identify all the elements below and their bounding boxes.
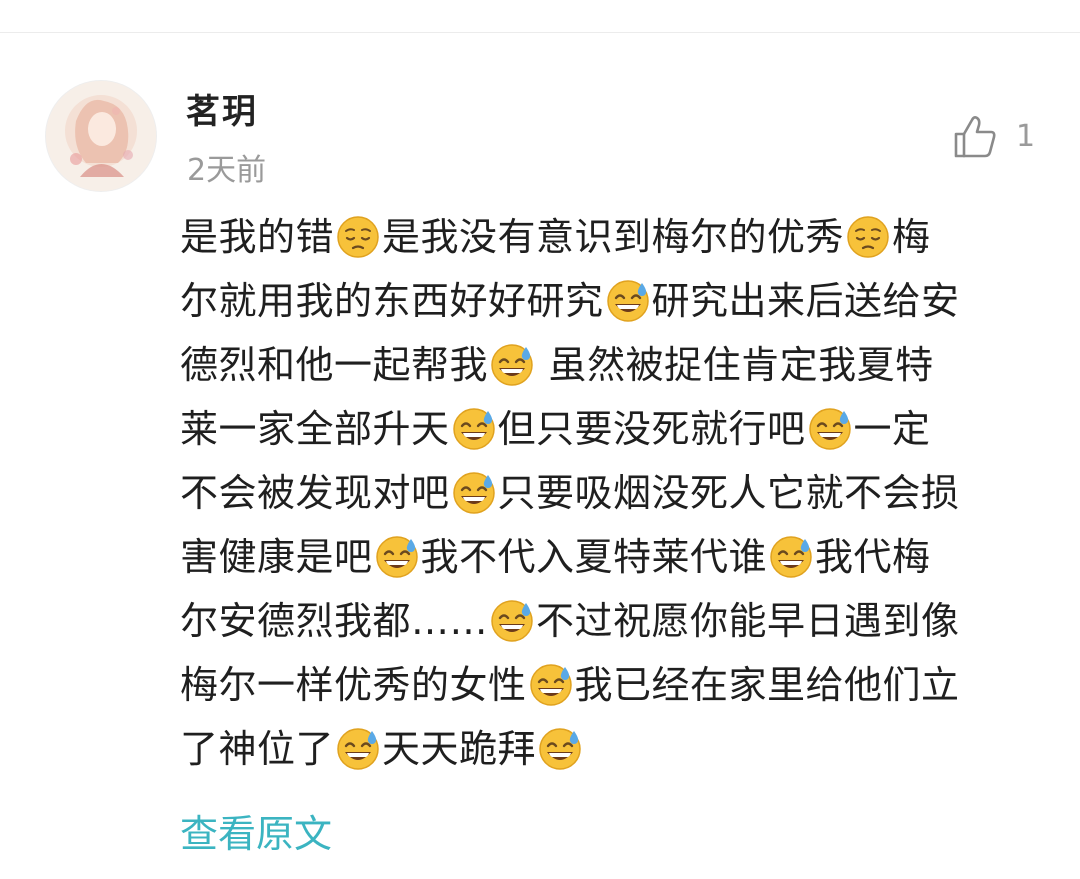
- username[interactable]: 茗玥: [186, 88, 258, 136]
- comment-line: 了神位了 天天跪拜: [180, 717, 1040, 781]
- like-count: 1: [1016, 119, 1036, 154]
- comment-text-segment: 研究出来后送给安: [651, 279, 960, 323]
- comment-text-segment: 尔安德烈我都……: [180, 599, 489, 643]
- view-original-link[interactable]: 查看原文: [180, 806, 332, 862]
- thumbs-up-icon: [954, 116, 996, 158]
- grinning-face-with-sweat-emoji-icon: [452, 472, 495, 514]
- pensive-face-emoji-icon: [337, 216, 379, 258]
- comment-line: 莱一家全部升天 但只要没死就行吧 一定: [180, 397, 1040, 461]
- comment-line: 尔安德烈我都…… 不过祝愿你能早日遇到像: [180, 589, 1040, 653]
- comment-text-segment: 虽然被捉住肯定我夏特: [536, 343, 934, 387]
- comment-text: 是我的错 是我没有意识到梅尔的优秀 梅尔就用我的东西好好研究 研究出来后送给安 …: [180, 205, 1040, 781]
- top-divider: [0, 32, 1080, 33]
- comment-line: 德烈和他一起帮我 虽然被捉住肯定我夏特: [180, 333, 1040, 397]
- avatar[interactable]: [46, 81, 156, 191]
- grinning-face-with-sweat-emoji-icon: [491, 600, 533, 642]
- like-button[interactable]: 1: [952, 112, 1035, 162]
- avatar-illustration-icon: [46, 81, 156, 191]
- grinning-face-with-sweat-emoji-icon: [375, 536, 418, 578]
- grinning-face-with-sweat-emoji-icon: [529, 664, 572, 706]
- timestamp: 2天前: [187, 153, 267, 188]
- comment-text-segment: 我不代入夏特莱代谁: [420, 535, 768, 579]
- comment-text-segment: 尔就用我的东西好好研究: [180, 279, 604, 323]
- comment-text-segment: 害健康是吧: [180, 535, 373, 579]
- comment-text-segment: 梅: [892, 215, 931, 259]
- grinning-face-with-sweat-emoji-icon: [337, 728, 379, 770]
- comment-text-segment: 了神位了: [180, 727, 335, 771]
- pensive-face-emoji-icon: [847, 216, 889, 258]
- comment-text-segment: 莱一家全部升天: [180, 407, 450, 451]
- comment-line: 梅尔一样优秀的女性 我已经在家里给他们立: [180, 653, 1040, 717]
- comment-text-segment: 是我的错: [180, 215, 335, 259]
- comment-text-segment: 是我没有意识到梅尔的优秀: [382, 215, 845, 259]
- comment-text-segment: 一定: [853, 407, 931, 451]
- comment-line: 害健康是吧 我不代入夏特莱代谁 我代梅: [180, 525, 1040, 589]
- comment-text-segment: 我代梅: [815, 535, 931, 579]
- grinning-face-with-sweat-emoji-icon: [808, 408, 851, 450]
- comment-text-segment: 只要吸烟没死人它就不会损: [497, 471, 960, 515]
- comment-line: 尔就用我的东西好好研究 研究出来后送给安: [180, 269, 1040, 333]
- comment-line: 不会被发现对吧 只要吸烟没死人它就不会损: [180, 461, 1040, 525]
- comment-text-segment: 梅尔一样优秀的女性: [180, 663, 527, 707]
- grinning-face-with-sweat-emoji-icon: [539, 728, 581, 770]
- comment-text-segment: 我已经在家里给他们立: [574, 663, 960, 707]
- comment-text-segment: 不过祝愿你能早日遇到像: [536, 599, 960, 643]
- grinning-face-with-sweat-emoji-icon: [606, 280, 649, 322]
- comment-text-segment: 不会被发现对吧: [180, 471, 450, 515]
- grinning-face-with-sweat-emoji-icon: [452, 408, 495, 450]
- grinning-face-with-sweat-emoji-icon: [770, 536, 812, 578]
- grinning-face-with-sweat-emoji-icon: [491, 344, 533, 386]
- comment-text-segment: 但只要没死就行吧: [497, 407, 806, 451]
- comment-line: 是我的错 是我没有意识到梅尔的优秀 梅: [180, 205, 1040, 269]
- comment-text-segment: 德烈和他一起帮我: [180, 343, 489, 387]
- comment-text-segment: 天天跪拜: [382, 727, 537, 771]
